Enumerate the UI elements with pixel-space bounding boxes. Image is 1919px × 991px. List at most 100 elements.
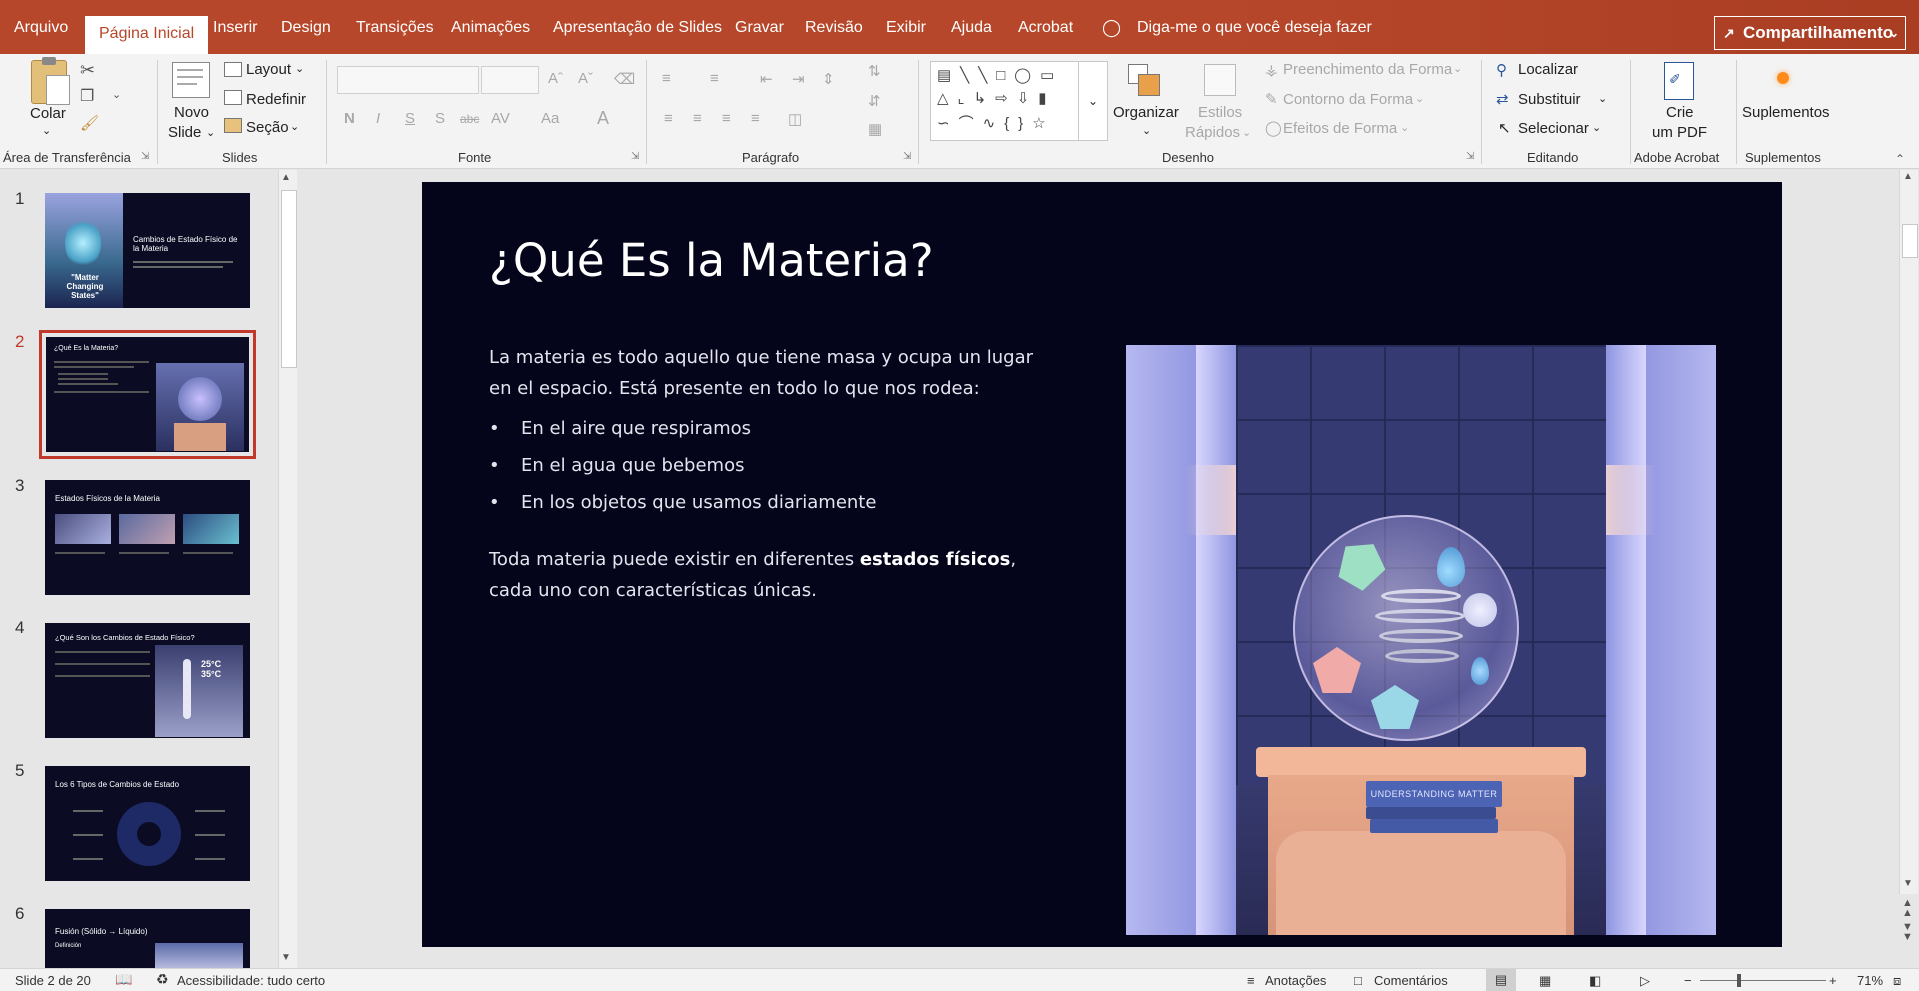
arrange-dropdown-icon[interactable]: ⌄ bbox=[1142, 124, 1151, 137]
underline-icon[interactable]: S bbox=[405, 110, 415, 127]
tab-record[interactable]: Gravar bbox=[735, 17, 784, 39]
copy-icon[interactable]: ❐ bbox=[80, 86, 94, 106]
strikethrough-icon[interactable]: abc bbox=[460, 112, 479, 126]
drawing-dialog-launcher-icon[interactable]: ⇲ bbox=[1466, 151, 1474, 162]
shape-effects-button[interactable]: Efeitos de Forma bbox=[1283, 120, 1397, 137]
layout-dropdown-icon[interactable]: ⌄ bbox=[295, 62, 304, 75]
replace-dropdown-icon[interactable]: ⌄ bbox=[1598, 92, 1607, 105]
thumbnail-scroll-thumb[interactable] bbox=[281, 190, 297, 368]
section-dropdown-icon[interactable]: ⌄ bbox=[290, 120, 299, 133]
paragraph-dialog-launcher-icon[interactable]: ⇲ bbox=[903, 151, 911, 162]
shape-outline-button[interactable]: Contorno da Forma bbox=[1283, 91, 1413, 108]
fit-to-window-icon[interactable]: ⧈ bbox=[1893, 973, 1901, 989]
character-spacing-icon[interactable]: AV bbox=[491, 110, 510, 127]
tab-file[interactable]: Arquivo bbox=[14, 17, 68, 39]
columns-icon[interactable]: ◫ bbox=[788, 110, 802, 128]
scroll-up-icon[interactable]: ▲ bbox=[1903, 171, 1913, 182]
slide-scroll-thumb[interactable] bbox=[1902, 224, 1918, 258]
shapes-gallery[interactable]: ▤╲╲□◯▭ △⌞↳⇨⇩▮ ∽⌒∿{}☆ bbox=[930, 61, 1080, 141]
tab-animations[interactable]: Animações bbox=[451, 17, 530, 39]
addins-button[interactable]: Suplementos bbox=[1742, 104, 1830, 121]
tab-acrobat[interactable]: Acrobat bbox=[1018, 17, 1073, 39]
slide-canvas[interactable]: ¿Qué Es la Materia? La materia es todo a… bbox=[422, 182, 1782, 947]
font-family-dropdown[interactable] bbox=[337, 66, 479, 94]
change-case-icon[interactable]: Aa bbox=[541, 110, 559, 127]
font-size-dropdown[interactable] bbox=[481, 66, 539, 94]
zoom-level[interactable]: 71% bbox=[1857, 973, 1883, 988]
tab-help[interactable]: Ajuda bbox=[951, 17, 992, 39]
bold-icon[interactable]: N bbox=[344, 110, 355, 127]
previous-slide-icon[interactable]: ▲ ▲ bbox=[1902, 898, 1913, 919]
tab-insert[interactable]: Inserir bbox=[213, 17, 257, 39]
quick-styles-dropdown-icon[interactable]: ⌄ bbox=[1242, 126, 1251, 139]
bullets-icon[interactable]: ≡ bbox=[662, 70, 671, 87]
spelling-icon[interactable]: 📖 bbox=[115, 971, 132, 988]
cut-icon[interactable]: ✂ bbox=[80, 60, 95, 81]
format-painter-icon[interactable]: 🖌 bbox=[80, 114, 99, 132]
quick-styles-button[interactable]: Estilos bbox=[1198, 104, 1242, 121]
font-color-icon[interactable]: A bbox=[597, 108, 609, 129]
scroll-up-icon[interactable]: ▲ bbox=[281, 172, 291, 183]
tell-me-search[interactable]: Diga-me o que você deseja fazer bbox=[1137, 17, 1372, 39]
tab-slideshow[interactable]: Apresentação de Slides bbox=[553, 17, 722, 39]
reading-view-icon[interactable]: ◧ bbox=[1589, 973, 1601, 989]
smartart-icon[interactable]: ▦ bbox=[868, 120, 882, 138]
slide-thumbnail-1[interactable]: "Matter Changing States" Cambios de Esta… bbox=[45, 193, 250, 308]
tab-review[interactable]: Revisão bbox=[805, 17, 863, 39]
align-left-icon[interactable]: ≡ bbox=[664, 110, 673, 127]
layout-button[interactable]: Layout bbox=[246, 61, 291, 78]
slide-thumbnail-5[interactable]: Los 6 Tipos de Cambios de Estado bbox=[45, 766, 250, 881]
numbering-icon[interactable]: ≡ bbox=[710, 70, 719, 87]
slide-intro-text[interactable]: La materia es todo aquello que tiene mas… bbox=[489, 342, 1059, 404]
accessibility-icon[interactable]: ♻ bbox=[156, 971, 169, 988]
zoom-slider-thumb[interactable] bbox=[1737, 974, 1741, 987]
increase-font-icon[interactable]: Aˆ bbox=[548, 70, 563, 87]
shape-outline-dropdown-icon[interactable]: ⌄ bbox=[1415, 92, 1424, 105]
accessibility-status[interactable]: Acessibilidade: tudo certo bbox=[177, 973, 325, 988]
replace-button[interactable]: Substituir bbox=[1518, 91, 1581, 108]
slide-sorter-icon[interactable]: ▦ bbox=[1539, 973, 1551, 989]
share-button[interactable]: ↗ Compartilhamento ⌄ bbox=[1714, 16, 1906, 50]
next-slide-icon[interactable]: ▼ ▼ bbox=[1902, 922, 1913, 943]
slide-thumbnail-3[interactable]: Estados Físicos de la Materia bbox=[45, 480, 250, 595]
thumbnail-scrollbar[interactable]: ▲ ▼ bbox=[278, 170, 297, 968]
reset-button[interactable]: Redefinir bbox=[246, 91, 306, 108]
new-slide-button[interactable]: Novo bbox=[174, 104, 209, 121]
shape-fill-dropdown-icon[interactable]: ⌄ bbox=[1453, 62, 1462, 75]
slide-picture[interactable]: UNDERSTANDING MATTER bbox=[1126, 345, 1716, 935]
find-button[interactable]: Localizar bbox=[1518, 61, 1578, 78]
slide-thumbnail-4[interactable]: ¿Qué Son los Cambios de Estado Físico? 2… bbox=[45, 623, 250, 738]
zoom-in-icon[interactable]: + bbox=[1829, 973, 1837, 988]
slide-bullet-list[interactable]: • En el aire que respiramos • En el agua q… bbox=[489, 416, 1059, 527]
shadow-icon[interactable]: S bbox=[435, 110, 445, 127]
shape-effects-dropdown-icon[interactable]: ⌄ bbox=[1400, 121, 1409, 134]
align-right-icon[interactable]: ≡ bbox=[722, 110, 731, 127]
shapes-more-button[interactable]: ⌄ bbox=[1078, 61, 1108, 141]
shape-fill-button[interactable]: Preenchimento da Forma bbox=[1283, 61, 1452, 78]
slide-thumbnail-6[interactable]: Fusión (Sólido → Líquido) Definición bbox=[45, 909, 250, 968]
paste-button[interactable]: Colar bbox=[30, 105, 66, 122]
slide-closing-text[interactable]: Toda materia puede existir en diferentes… bbox=[489, 544, 1059, 606]
tab-view[interactable]: Exibir bbox=[886, 17, 926, 39]
arrange-button[interactable]: Organizar bbox=[1113, 104, 1179, 121]
scroll-down-icon[interactable]: ▼ bbox=[281, 952, 291, 963]
normal-view-icon[interactable]: ▤ bbox=[1486, 969, 1516, 991]
justify-icon[interactable]: ≡ bbox=[751, 110, 760, 127]
font-dialog-launcher-icon[interactable]: ⇲ bbox=[631, 151, 639, 162]
section-button[interactable]: Seção bbox=[246, 119, 289, 136]
slideshow-icon[interactable]: ▷ bbox=[1640, 973, 1650, 989]
decrease-indent-icon[interactable]: ⇤ bbox=[760, 70, 773, 88]
select-dropdown-icon[interactable]: ⌄ bbox=[1592, 121, 1601, 134]
comments-button[interactable]: Comentários bbox=[1374, 973, 1448, 988]
zoom-slider[interactable] bbox=[1700, 980, 1826, 981]
text-direction-icon[interactable]: ⇅ bbox=[868, 62, 881, 80]
paste-icon[interactable] bbox=[31, 57, 70, 105]
tab-home[interactable]: Página Inicial bbox=[85, 16, 209, 54]
notes-button[interactable]: Anotações bbox=[1265, 973, 1326, 988]
tab-design[interactable]: Design bbox=[281, 17, 331, 39]
zoom-out-icon[interactable]: − bbox=[1684, 973, 1692, 988]
align-text-icon[interactable]: ⇵ bbox=[868, 92, 881, 110]
collapse-ribbon-icon[interactable]: ⌃ bbox=[1895, 152, 1905, 166]
scroll-down-icon[interactable]: ▼ bbox=[1903, 878, 1913, 889]
paste-dropdown-icon[interactable]: ⌄ bbox=[42, 124, 51, 137]
